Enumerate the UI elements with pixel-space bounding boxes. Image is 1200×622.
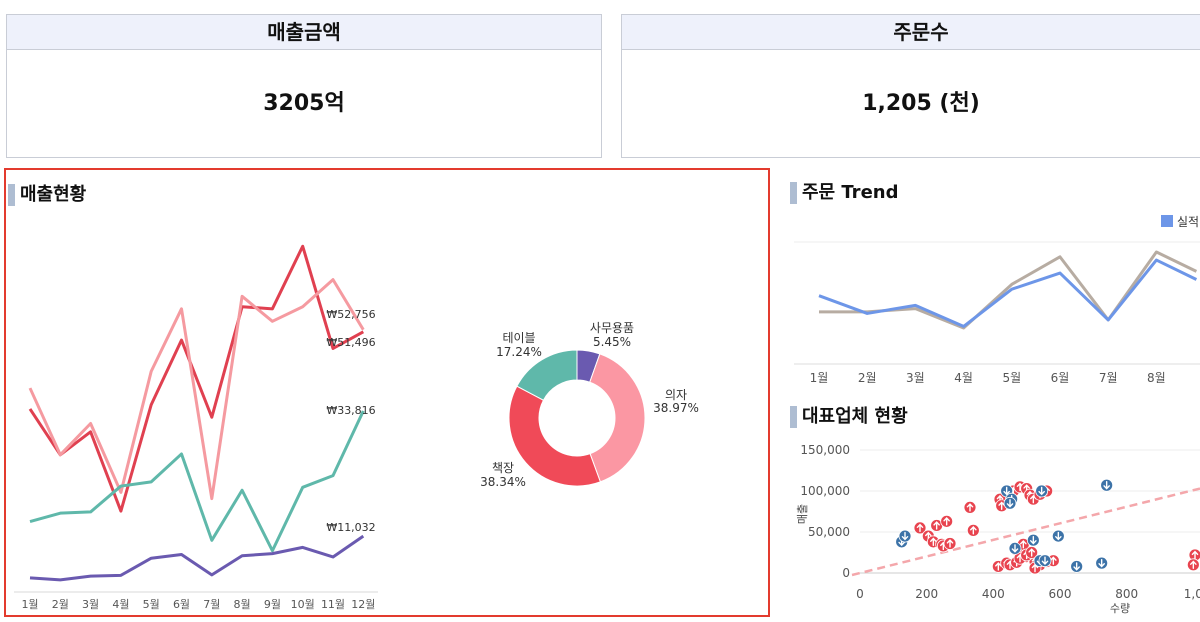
vendor-panel: 대표업체 현황 0 50,000 100,000 150,000 0 200 400 600 8… [786,398,1200,622]
data-label: ₩52,756 [326,308,375,321]
x-tick-label: 7월 [1099,371,1118,385]
pie-pct: 5.45% [593,335,631,349]
up-point [940,514,954,528]
down-point [1038,554,1052,568]
x-tick-label: 1,0 [1184,587,1200,601]
x-tick-label: 6월 [173,598,190,611]
x-tick-label: 1월 [21,598,38,611]
kpi-card-orders: 주문수 1,205 (천) [621,14,1200,158]
series-line-2 [28,278,365,501]
x-tick-label: 12월 [351,598,375,611]
x-tick-label: 3월 [906,371,925,385]
x-tick-label: 5월 [143,598,160,611]
down-point [1035,484,1049,498]
x-tick-label: 8월 [1147,371,1166,385]
x-tick-label: 6월 [1051,371,1070,385]
down-point [1100,478,1114,492]
x-tick-label: 600 [1049,587,1072,601]
down-point [1026,533,1040,547]
down-point [1095,556,1109,570]
pie-label: 책장 [492,460,514,475]
x-tick-label: 1월 [810,371,829,385]
legend-swatch [1161,215,1173,227]
kpi-title: 매출금액 [7,15,601,50]
up-point [943,537,957,550]
x-tick-label: 2월 [858,371,877,385]
up-point [966,523,980,537]
data-label: ₩51,496 [326,336,375,349]
x-tick-label: 3월 [82,598,99,611]
pie-pct: 38.34% [480,475,526,489]
y-tick-label: 0 [842,566,850,580]
legend-label: 실적 [1177,215,1199,229]
vendor-scatter-chart: 0 50,000 100,000 150,000 0 200 400 600 800 1,0 수량 매… [796,443,1200,615]
y-tick-label: 50,000 [808,525,850,539]
up-point [963,501,977,514]
pie-label: 의자 [665,388,687,402]
series-line-4 [29,534,365,582]
pie-label: 사무용품 [590,321,634,335]
x-tick-label: 4월 [954,371,973,385]
kpi-card-sales: 매출금액 3205억 [6,14,602,158]
down-point [898,529,912,543]
x-tick-label: 8월 [234,598,251,611]
x-tick-label: 7월 [203,598,220,611]
y-tick-label: 100,000 [800,484,850,498]
order-trend-panel: 주문 Trend 실적 1월 2월 3월 4월 5월 6월 7월 8월 [786,168,1200,390]
pie-slice-3 [508,385,601,487]
y-tick-label: 150,000 [800,443,850,457]
series-line-3 [29,410,365,553]
down-point [1070,560,1084,573]
x-tick-label: 2월 [52,598,69,611]
x-tick-label: 200 [915,587,938,601]
down-point [1051,529,1065,543]
series-line-2 [819,250,1198,330]
pie-slice-2 [589,353,646,483]
x-tick-label: 9월 [264,598,281,611]
series-line-1 [818,258,1198,328]
x-tick-label: 5월 [1002,371,1021,385]
down-point [1008,541,1022,555]
x-tick-label: 800 [1115,587,1138,601]
sales-chart: 1월 2월 3월 4월 5월 6월 7월 8월 9월 10월 11월 12월 ₩51,496 ₩52,75… [14,244,699,611]
pie-pct: 17.24% [496,345,542,359]
x-axis-title: 수량 [1110,602,1130,615]
x-tick-label: 400 [982,587,1005,601]
up-point [1186,558,1200,572]
sales-panel: 매출현황 1월 2월 3월 4월 5월 6월 7월 8월 9월 10월 11월 12월 ₩51,496 ₩… [4,168,770,617]
x-tick-label: 4월 [112,598,129,611]
order-trend-chart: 실적 1월 2월 3월 4월 5월 6월 7월 8월 [794,215,1200,385]
series-line-1 [28,244,365,513]
pie-label: 테이블 [502,331,535,345]
down-point [1003,496,1017,510]
x-tick-label: 11월 [321,598,345,611]
data-label: ₩11,032 [326,521,375,534]
kpi-title: 주문수 [622,15,1200,50]
pie-pct: 38.97% [653,401,699,415]
y-axis-title: 매출 [796,504,809,524]
kpi-value: 1,205 (천) [862,91,980,116]
kpi-value: 3205억 [263,91,345,116]
x-tick-label: 0 [856,587,864,601]
x-tick-label: 10월 [291,598,315,611]
data-label: ₩33,816 [326,404,375,417]
